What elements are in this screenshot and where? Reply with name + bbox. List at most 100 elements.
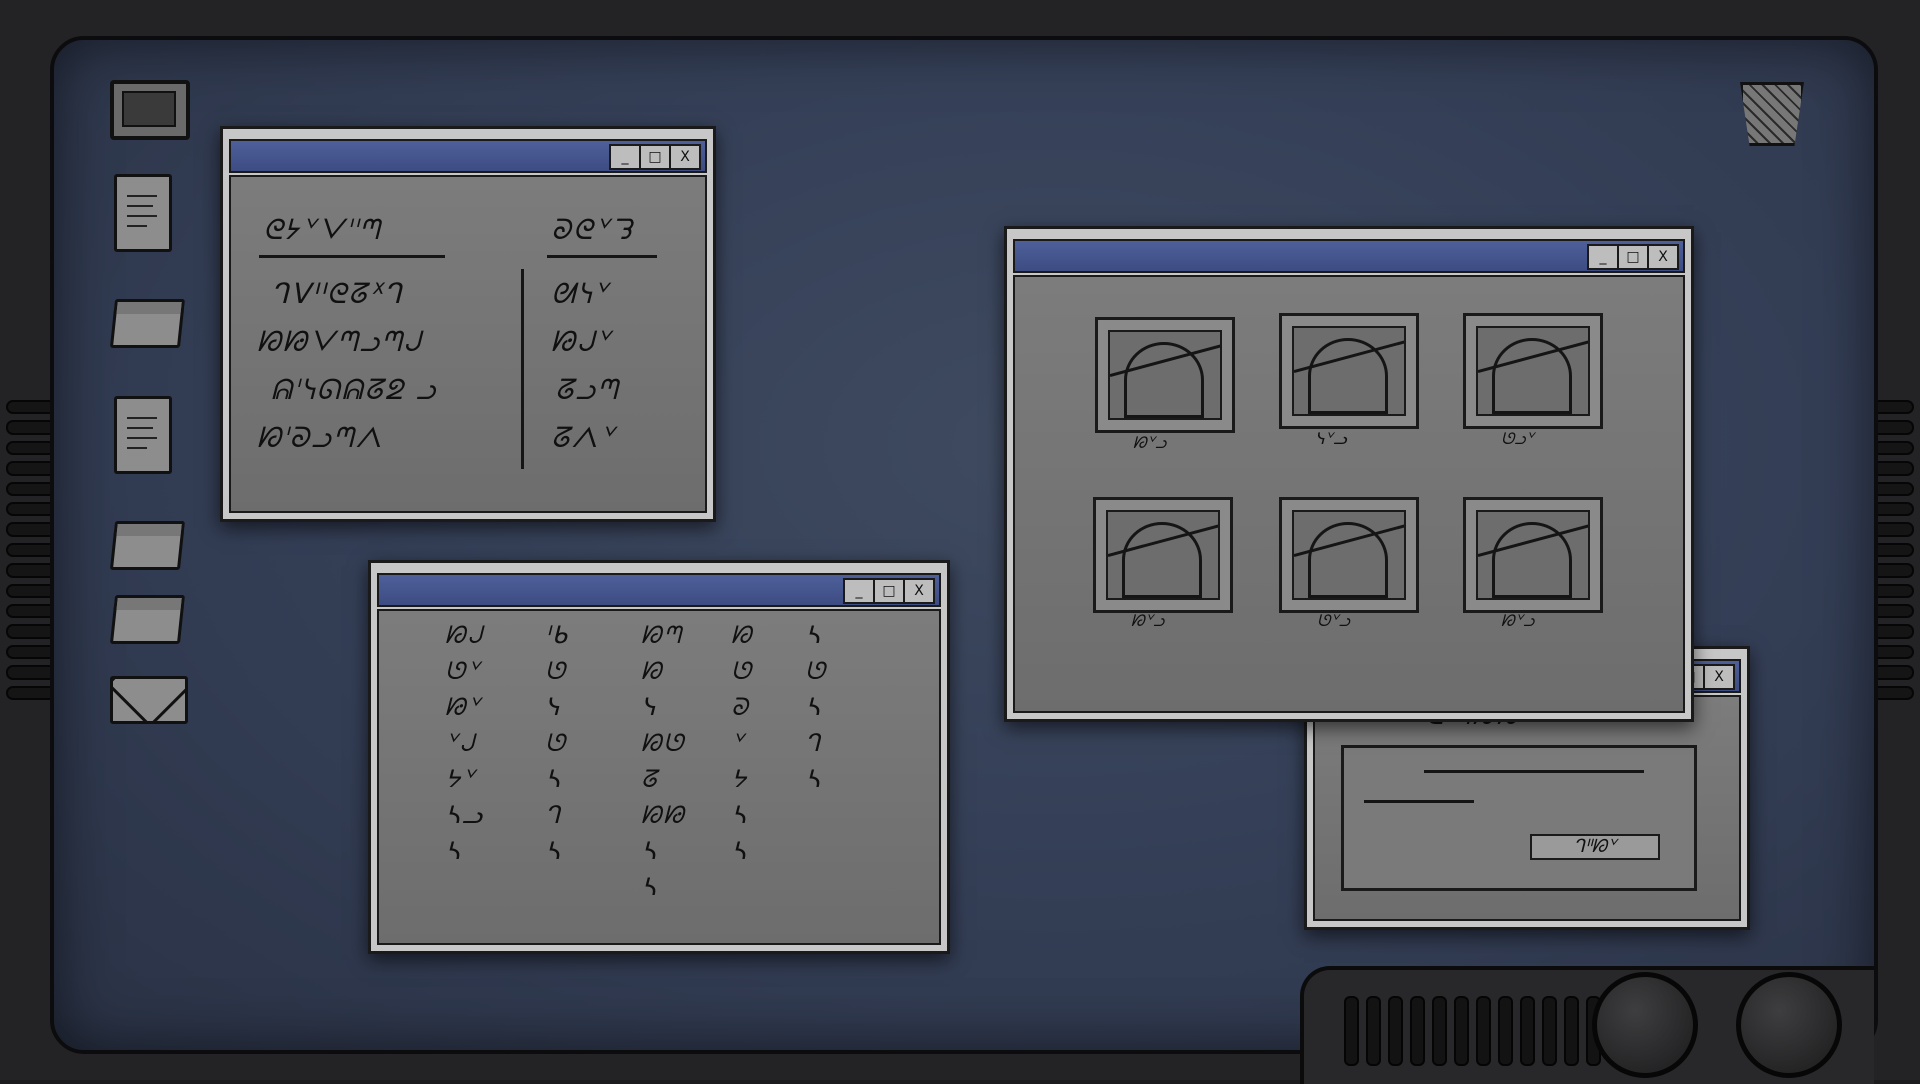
note-text: ᘔᐱᘁ	[551, 421, 617, 454]
mail-icon[interactable]	[110, 676, 188, 724]
glyph-text: ᓴ	[731, 837, 748, 865]
glyph-text: ᘗᒍ	[445, 621, 484, 649]
notes-window: _ □ X ᘓᔭᘁᐯᑊᑊᘉ ᘐᘓᘁᘊ ᒉᐯᑊᑊᘓᘔᕽᒉ ᘗᘙᐯᘉᓗᘉᒍ ᕱᑊᓭᘏ…	[220, 126, 716, 522]
maximize-button[interactable]: □	[1617, 244, 1649, 270]
glyph-text: ᑊᑲ	[545, 621, 569, 649]
computer-icon[interactable]	[110, 80, 190, 140]
glyph-text: ᘁᒍ	[445, 729, 476, 757]
note-text: ᕱᑊᓭᘏᕱᘔᘖ ᓗ	[271, 373, 438, 406]
note-text: ᘗᘙᐯᘉᓗᘉᒍ	[257, 325, 422, 358]
glyph-window: _ □ X ᘗᒍ ᘎᘁ ᘙᘁ ᘁᒍ ᔭᘁ ᓴᓗ ᓴ ᑊᑲ ᘎ ᓭ ᘎ ᓴ ᒉ ᓴ ᘗᘉ ᘗ ᓭ ᘗᘎ ᘔ ᘗᘙ ᓴ ᓴ ᘗ ᘎ…	[368, 560, 950, 954]
glyph-text: ᓴ	[731, 801, 748, 829]
glyph-text: ᓴ	[805, 693, 822, 721]
notes-window-titlebar[interactable]: _ □ X	[229, 139, 707, 173]
minimize-button[interactable]: _	[843, 578, 875, 604]
document-icon[interactable]	[114, 174, 172, 252]
column-divider	[521, 269, 524, 469]
image-icon	[1476, 510, 1590, 600]
glyph-text: ᘗ	[731, 621, 754, 649]
image-icon	[1108, 330, 1222, 420]
close-button[interactable]: X	[669, 144, 701, 170]
glyph-text: ᓴ	[641, 837, 658, 865]
document-icon[interactable]	[114, 396, 172, 474]
gallery-window-titlebar[interactable]: _ □ X	[1013, 239, 1685, 273]
image-thumbnail[interactable]	[1463, 497, 1603, 613]
maximize-button[interactable]: □	[639, 144, 671, 170]
image-icon	[1292, 510, 1406, 600]
glyph-window-body: ᘗᒍ ᘎᘁ ᘙᘁ ᘁᒍ ᔭᘁ ᓴᓗ ᓴ ᑊᑲ ᘎ ᓭ ᘎ ᓴ ᒉ ᓴ ᘗᘉ ᘗ ᓭ ᘗᘎ ᘔ ᘗᘙ ᓴ ᓴ ᘗ ᘎ ᘐ ᘁ ᔭ ᓴ ᓴ ᓴ…	[377, 609, 941, 945]
note-text: ᘙᒍᘁ	[551, 325, 613, 358]
glyph-text: ᘁ	[731, 729, 746, 757]
glyph-text: ᘎ	[731, 657, 753, 685]
glyph-text: ᓴ	[641, 873, 658, 901]
glyph-text: ᓴ	[545, 765, 562, 793]
glyph-text: ᘗ	[641, 657, 664, 685]
glyph-text: ᓴ	[805, 621, 822, 649]
text-line	[1364, 800, 1474, 803]
heading-underline	[259, 255, 445, 258]
glyph-text: ᘎ	[805, 657, 827, 685]
monitor-bezel: _ □ X ᘓᔭᘁᐯᑊᑊᘉ ᘐᘓᘁᘊ ᒉᐯᑊᑊᘓᘔᕽᒉ ᘗᘙᐯᘉᓗᘉᒍ ᕱᑊᓭᘏ…	[0, 0, 1920, 1084]
folder-icon[interactable]	[109, 604, 185, 644]
glyph-text: ᘎ	[545, 729, 567, 757]
glyph-text: ᒉ	[545, 801, 563, 829]
dialog-window-body: ᘓᑊᘉᘗᘙ ᒉᑊᑊᘗᘁ	[1313, 695, 1741, 921]
glyph-text: ᘎ	[545, 657, 567, 685]
maximize-button[interactable]: □	[873, 578, 905, 604]
heading-underline	[547, 255, 657, 258]
glyph-window-titlebar[interactable]: _ □ X	[377, 573, 941, 607]
glyph-text: ᓭ	[641, 693, 658, 721]
note-text: ᘔᓗᘉ	[555, 373, 620, 406]
notes-window-body: ᘓᔭᘁᐯᑊᑊᘉ ᘐᘓᘁᘊ ᒉᐯᑊᑊᘓᘔᕽᒉ ᘗᘙᐯᘉᓗᘉᒍ ᕱᑊᓭᘏᕱᘔᘖ ᓗ …	[229, 175, 707, 513]
text-line	[1424, 770, 1644, 773]
glyph-text: ᒉ	[805, 729, 823, 757]
image-thumbnail[interactable]	[1095, 317, 1235, 433]
glyph-text: ᘐ	[731, 693, 750, 721]
trash-icon[interactable]	[1740, 82, 1804, 146]
glyph-text: ᔭ	[731, 765, 749, 793]
thumbnail-label: ᘗᘁᓗ	[1133, 433, 1167, 452]
glyph-text: ᘗᘉ	[641, 621, 683, 649]
minimize-button[interactable]: _	[1587, 244, 1619, 270]
note-text: ᒉᐯᑊᑊᘓᘔᕽᒉ	[271, 277, 404, 310]
thumbnail-label: ᘗᘁᓗ	[1501, 611, 1535, 630]
thumbnail-label: ᘗᘁᓗ	[1131, 611, 1165, 630]
glyph-text: ᓴ	[805, 765, 822, 793]
close-button[interactable]: X	[1647, 244, 1679, 270]
glyph-text: ᓭ	[545, 693, 562, 721]
folder-icon[interactable]	[109, 308, 185, 348]
note-text: ᘗᑊᘐᓗᘉᐱ	[257, 421, 384, 454]
monitor-knob[interactable]	[1736, 972, 1842, 1078]
thumbnail-label: ᓭᘁᓗ	[1315, 429, 1347, 448]
glyph-text: ᔭᘁ	[445, 765, 477, 793]
minimize-button[interactable]: _	[609, 144, 641, 170]
glyph-text: ᓴ	[545, 837, 562, 865]
image-icon	[1476, 326, 1590, 416]
glyph-text: ᘗᘎ	[641, 729, 686, 757]
gallery-window: _ □ X ᘗᘁᓗ ᓭᘁᓗ ᘎᓗᘁ ᘗᘁᓗ ᘎᘁᓗ ᘗᘁᓗ	[1004, 226, 1694, 722]
column-heading: ᘓᔭᘁᐯᑊᑊᘉ	[263, 213, 382, 246]
close-button[interactable]: X	[903, 578, 935, 604]
dialog-message-box: ᒉᑊᑊᘗᘁ	[1341, 745, 1697, 891]
desktop-screen: _ □ X ᘓᔭᘁᐯᑊᑊᘉ ᘐᘓᘁᘊ ᒉᐯᑊᑊᘓᘔᕽᒉ ᘗᘙᐯᘉᓗᘉᒍ ᕱᑊᓭᘏ…	[50, 36, 1878, 1054]
image-thumbnail[interactable]	[1279, 497, 1419, 613]
folder-icon[interactable]	[109, 530, 185, 570]
thumbnail-label: ᘎᘁᓗ	[1317, 611, 1351, 630]
image-icon	[1106, 510, 1220, 600]
gallery-window-body: ᘗᘁᓗ ᓭᘁᓗ ᘎᓗᘁ ᘗᘁᓗ ᘎᘁᓗ ᘗᘁᓗ	[1013, 275, 1685, 713]
glyph-text: ᓴ	[445, 837, 462, 865]
thumbnail-label: ᘎᓗᘁ	[1501, 429, 1535, 448]
image-thumbnail[interactable]	[1279, 313, 1419, 429]
close-button[interactable]: X	[1703, 664, 1735, 690]
glyph-text: ᘙᘁ	[445, 693, 482, 721]
glyph-text: ᓴᓗ	[445, 801, 484, 829]
speaker-grill	[1344, 996, 1623, 1066]
image-icon	[1292, 326, 1406, 416]
column-heading: ᘐᘓᘁᘊ	[551, 213, 634, 246]
image-thumbnail[interactable]	[1093, 497, 1233, 613]
monitor-knob[interactable]	[1592, 972, 1698, 1078]
glyph-text: ᘎᘁ	[445, 657, 482, 685]
image-thumbnail[interactable]	[1463, 313, 1603, 429]
dialog-button[interactable]: ᒉᑊᑊᘗᘁ	[1530, 834, 1660, 860]
glyph-text: ᘔ	[641, 765, 659, 793]
